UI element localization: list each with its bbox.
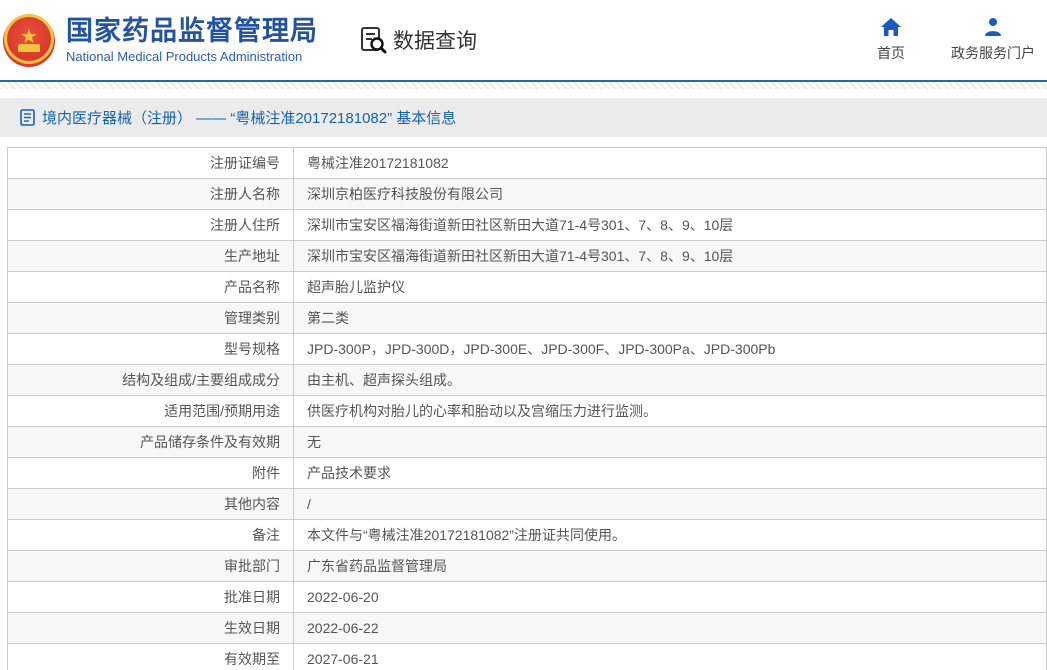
row-label: 产品名称 [7,271,294,303]
table-row: 管理类别 第二类 [7,302,1047,334]
row-label: 生效日期 [7,612,294,644]
row-label: 型号规格 [7,333,294,365]
row-label: 审批部门 [7,550,294,582]
user-icon [982,17,1004,37]
row-label: 附件 [7,457,294,489]
document-icon [20,109,35,126]
table-row: 生效日期 2022-06-22 [7,612,1047,644]
table-row: 审批部门 广东省药品监督管理局 [7,550,1047,582]
hatch-stripe-band [0,82,1047,89]
row-value: 无 [293,426,1047,458]
top-nav-links: 首页 政务服务门户 [877,17,1035,63]
row-value: 深圳京柏医疗科技股份有限公司 [293,178,1047,210]
row-label: 注册人住所 [7,209,294,241]
nav-portal-label: 政务服务门户 [951,45,1035,61]
breadcrumb: 境内医疗器械（注册） —— “粤械注准20172181082” 基本信息 [42,110,457,127]
row-label: 产品储存条件及有效期 [7,426,294,458]
row-value: 由主机、超声探头组成。 [293,364,1047,396]
table-row: 生产地址 深圳市宝安区福海街道新田社区新田大道71-4号301、7、8、9、10… [7,240,1047,272]
table-row: 注册人名称 深圳京柏医疗科技股份有限公司 [7,178,1047,210]
row-label: 注册证编号 [7,147,294,179]
table-row: 注册人住所 深圳市宝安区福海街道新田社区新田大道71-4号301、7、8、9、1… [7,209,1047,241]
nav-home-label: 首页 [877,45,905,61]
row-value: 2027-06-21 [293,643,1047,670]
row-value: 2022-06-22 [293,612,1047,644]
spacer [0,89,1047,98]
row-value: 产品技术要求 [293,457,1047,489]
row-label: 注册人名称 [7,178,294,210]
table-row: 结构及组成/主要组成成分 由主机、超声探头组成。 [7,364,1047,396]
table-row: 批准日期 2022-06-20 [7,581,1047,613]
row-value: 粤械注准20172181082 [293,147,1047,179]
data-query-label: 数据查询 [393,30,477,53]
table-row: 型号规格 JPD-300P，JPD-300D，JPD-300E、JPD-300F… [7,333,1047,365]
row-value: 超声胎儿监护仪 [293,271,1047,303]
nav-portal-link[interactable]: 政务服务门户 [951,17,1035,63]
row-label: 管理类别 [7,302,294,334]
national-emblem-logo: ★ [4,14,54,70]
table-row: 附件 产品技术要求 [7,457,1047,489]
site-subtitle: National Medical Products Administration [66,49,303,65]
emblem-gate-icon [18,44,40,52]
row-label: 有效期至 [7,643,294,670]
emblem-star-icon: ★ [7,17,51,61]
row-value: 深圳市宝安区福海街道新田社区新田大道71-4号301、7、8、9、10层 [293,240,1047,272]
row-value: 广东省药品监督管理局 [293,550,1047,582]
row-label: 其他内容 [7,488,294,520]
row-label: 备注 [7,519,294,551]
table-row: 有效期至 2027-06-21 [7,643,1047,670]
row-label: 结构及组成/主要组成成分 [7,364,294,396]
row-value: 深圳市宝安区福海街道新田社区新田大道71-4号301、7、8、9、10层 [293,209,1047,241]
table-row: 备注 本文件与“粤械注准20172181082”注册证共同使用。 [7,519,1047,551]
site-brand: 国家药品监督管理局 National Medical Products Admi… [66,16,318,64]
registration-info-table: 注册证编号 粤械注准20172181082 注册人名称 深圳京柏医疗科技股份有限… [7,147,1047,670]
row-value: JPD-300P，JPD-300D，JPD-300E、JPD-300F、JPD-… [293,333,1047,365]
row-label: 生产地址 [7,240,294,272]
home-icon [880,17,902,37]
row-value: 供医疗机构对胎儿的心率和胎动以及宫缩压力进行监测。 [293,395,1047,427]
row-label: 适用范围/预期用途 [7,395,294,427]
table-row: 产品储存条件及有效期 无 [7,426,1047,458]
nav-home-link[interactable]: 首页 [877,17,905,63]
row-value: 2022-06-20 [293,581,1047,613]
row-value: 第二类 [293,302,1047,334]
table-row: 其他内容 / [7,488,1047,520]
site-title: 国家药品监督管理局 [66,15,318,46]
row-value: 本文件与“粤械注准20172181082”注册证共同使用。 [293,519,1047,551]
data-query-nav[interactable]: 数据查询 [358,25,477,55]
row-label: 批准日期 [7,581,294,613]
breadcrumb-bar: 境内医疗器械（注册） —— “粤械注准20172181082” 基本信息 [0,98,1047,137]
data-query-icon [358,25,388,55]
spacer [0,137,1047,147]
row-value: / [293,488,1047,520]
page-header: ★ 国家药品监督管理局 National Medical Products Ad… [0,0,1047,80]
table-row: 适用范围/预期用途 供医疗机构对胎儿的心率和胎动以及宫缩压力进行监测。 [7,395,1047,427]
table-row: 产品名称 超声胎儿监护仪 [7,271,1047,303]
table-row: 注册证编号 粤械注准20172181082 [7,147,1047,179]
